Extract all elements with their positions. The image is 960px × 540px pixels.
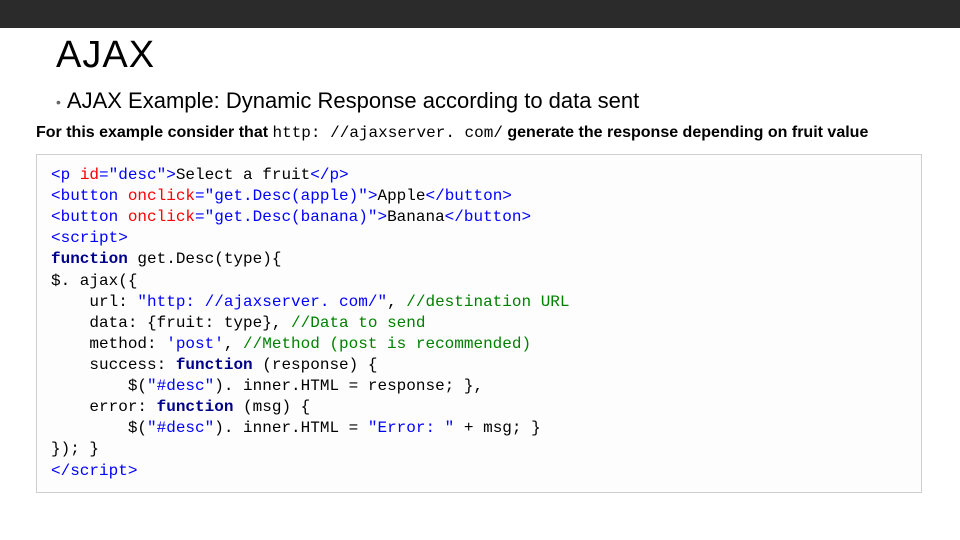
bullet-dot-icon: • (56, 93, 61, 111)
t: Select a fruit (176, 166, 310, 184)
t: </button> (445, 208, 531, 226)
t: ="get.Desc(apple)"> (195, 187, 377, 205)
t: //Data to send (291, 314, 425, 332)
t: data: {fruit: type}, (51, 314, 291, 332)
t: //Method (post is recommended) (243, 335, 531, 353)
t: ). inner.HTML = (214, 419, 368, 437)
t: function (176, 356, 253, 374)
t: ). inner.HTML = response; }, (214, 377, 483, 395)
t: $( (51, 377, 147, 395)
note-post: generate the response depending on (503, 124, 792, 141)
t: </p> (310, 166, 348, 184)
t: ipt> (99, 462, 137, 480)
t: "Error: " (368, 419, 454, 437)
t: ="get.Desc(banana)"> (195, 208, 387, 226)
bullet-line: • AJAX Example: Dynamic Response accordin… (56, 87, 922, 116)
t: onclick (128, 208, 195, 226)
t: $( (51, 419, 147, 437)
t: ="desc"> (99, 166, 176, 184)
note-end: value (823, 124, 868, 141)
slide-body: AJAX • AJAX Example: Dynamic Response acc… (0, 34, 960, 507)
t: </button> (425, 187, 511, 205)
t: <script> (51, 229, 128, 247)
t: <button (51, 208, 128, 226)
t: Banana (387, 208, 445, 226)
t: error: (51, 398, 157, 416)
note-bold: fruit (792, 124, 823, 141)
bullet-text: AJAX Example: Dynamic Response according… (67, 88, 639, 113)
t: , (224, 335, 243, 353)
t: $. ajax({ (51, 272, 137, 290)
t: onclick (128, 187, 195, 205)
top-bar (0, 0, 960, 28)
t: <p (51, 166, 80, 184)
note-line: For this example consider that http: //a… (36, 122, 922, 144)
t: <button (51, 187, 128, 205)
t: "http: //ajaxserver. com/" (137, 293, 387, 311)
t: url: (51, 293, 137, 311)
t: id (80, 166, 99, 184)
t: Apple (377, 187, 425, 205)
t: + msg; } (454, 419, 540, 437)
slide-title: AJAX (56, 34, 922, 77)
t: (response) { (253, 356, 378, 374)
t: "#desc" (147, 377, 214, 395)
t: </scr (51, 462, 99, 480)
t: get.Desc(type){ (128, 250, 282, 268)
t: 'post' (166, 335, 224, 353)
note-pre: For this example consider that (36, 124, 273, 141)
t: success: (51, 356, 176, 374)
t: //destination URL (406, 293, 569, 311)
t: method: (51, 335, 166, 353)
t: "#desc" (147, 419, 214, 437)
t: (msg) { (233, 398, 310, 416)
t: }); } (51, 440, 99, 458)
t: function (51, 250, 128, 268)
t: function (157, 398, 234, 416)
t: , (387, 293, 406, 311)
code-block-container: <p id="desc">Select a fruit</p> <button … (36, 154, 922, 493)
note-url: http: //ajaxserver. com/ (273, 124, 503, 142)
code-block: <p id="desc">Select a fruit</p> <button … (51, 165, 907, 482)
